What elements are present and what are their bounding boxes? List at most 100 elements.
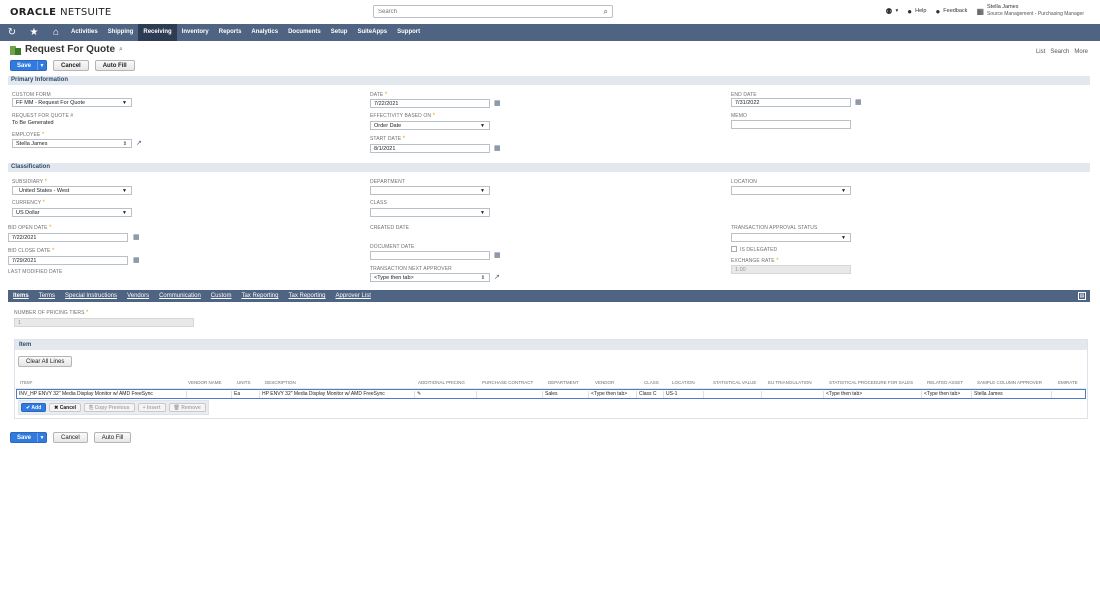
approval-status-select[interactable]: ▼	[731, 233, 851, 242]
tab-custom[interactable]: Custom	[206, 293, 237, 299]
col-related-asset[interactable]: RELATED ASSET	[927, 380, 963, 385]
open-record-icon[interactable]: ↗	[494, 273, 500, 281]
col-vendor[interactable]: VENDOR	[595, 380, 614, 385]
insert-line-button[interactable]: + Insert	[137, 403, 166, 412]
list-link[interactable]: List	[1036, 49, 1045, 55]
cancel-button-bottom[interactable]: Cancel	[53, 432, 88, 443]
tab-special-instructions[interactable]: Special Instructions	[60, 293, 122, 299]
class-select[interactable]: ▼	[370, 208, 490, 217]
col-department[interactable]: DEPARTMENT	[548, 380, 579, 385]
cell-eu-triangulation[interactable]	[762, 391, 824, 398]
save-dropdown-icon[interactable]: ▼	[37, 433, 46, 442]
tab-communication[interactable]: Communication	[154, 293, 206, 299]
add-person-icon[interactable]: ⚉ ▾	[885, 7, 898, 16]
calendar-icon[interactable]: ▦	[494, 251, 501, 259]
tab-vendors[interactable]: Vendors	[122, 293, 154, 299]
classification-header[interactable]: Classification	[8, 163, 1090, 172]
calendar-icon[interactable]: ▦	[494, 144, 501, 152]
cell-description[interactable]: HP ENVY 32" Media Display Monitor w/ AMD…	[260, 391, 415, 398]
department-select[interactable]: ▼	[370, 186, 490, 195]
custom-form-select[interactable]: FF MM - Request For Quote ▼	[12, 98, 132, 107]
remove-line-button[interactable]: 🗑 Remove	[168, 403, 206, 412]
cell-department[interactable]: Sales	[543, 391, 589, 398]
more-link[interactable]: More	[1074, 49, 1088, 55]
col-units[interactable]: UNITS	[237, 380, 251, 385]
date-input[interactable]: 7/22/2021	[370, 99, 490, 108]
col-item[interactable]: ITEM*	[20, 380, 33, 385]
col-statistical-value[interactable]: STATISTICAL VALUE	[713, 380, 756, 385]
cell-vendor[interactable]: <Type then tab>	[589, 391, 637, 398]
employee-select[interactable]: Stella James ⇕	[12, 139, 132, 148]
col-vendor-name[interactable]: VENDOR NAME	[188, 380, 222, 385]
save-dropdown-icon[interactable]: ▼	[37, 61, 46, 70]
help-link[interactable]: ● Help	[907, 7, 926, 16]
tab-tax-reporting-2[interactable]: Tax Reporting	[283, 293, 330, 299]
user-menu[interactable]: ▦ Stella James Source Management - Purch…	[976, 4, 1084, 18]
col-description[interactable]: DESCRIPTION	[265, 380, 296, 385]
netsuite-logo[interactable]: ORACLE NETSUITE	[10, 7, 111, 18]
calendar-icon[interactable]: ▦	[855, 98, 862, 106]
nav-analytics[interactable]: Analytics	[246, 24, 283, 41]
cell-units[interactable]: Ea	[232, 391, 260, 398]
save-button-bottom[interactable]: Save ▼	[10, 432, 48, 443]
currency-select[interactable]: US Dollar ▼	[12, 208, 132, 217]
cell-additional-pricing[interactable]: ✎	[415, 391, 477, 398]
recent-records-icon[interactable]: ↻	[2, 27, 22, 38]
bid-open-input[interactable]: 7/22/2021	[8, 233, 128, 242]
start-date-input[interactable]: 8/1/2021	[370, 144, 490, 153]
search-link[interactable]: Search	[1050, 49, 1069, 55]
nav-support[interactable]: Support	[392, 24, 425, 41]
tab-items[interactable]: Items	[8, 293, 34, 299]
col-statistical-procedure[interactable]: STATISTICAL PROCEDURE FOR SALES	[829, 380, 913, 385]
search-input[interactable]	[374, 6, 594, 17]
cell-emirate[interactable]	[1052, 391, 1085, 398]
tab-approver-list[interactable]: Approver List	[331, 293, 376, 299]
search-icon[interactable]: ⌕	[604, 7, 608, 17]
cancel-line-button[interactable]: ✖ Cancel	[49, 403, 82, 412]
pencil-icon[interactable]: ✎	[417, 391, 421, 397]
home-icon[interactable]: ⌂	[46, 27, 66, 38]
nav-documents[interactable]: Documents	[283, 24, 326, 41]
nav-inventory[interactable]: Inventory	[177, 24, 214, 41]
cell-class[interactable]: Class C	[637, 391, 664, 398]
favorites-star-icon[interactable]: ★	[24, 27, 44, 38]
col-location[interactable]: LOCATION	[672, 380, 695, 385]
is-delegated-checkbox[interactable]	[731, 246, 737, 252]
clear-all-lines-button[interactable]: Clear All Lines	[18, 356, 73, 367]
cancel-button[interactable]: Cancel	[53, 60, 89, 71]
memo-input[interactable]	[731, 120, 851, 129]
table-row[interactable]: INV_HP ENVY 32" Media Display Monitor w/…	[16, 389, 1086, 399]
save-button[interactable]: Save ▼	[10, 60, 48, 71]
nav-shipping[interactable]: Shipping	[103, 24, 139, 41]
col-purchase-contract[interactable]: PURCHASE CONTRACT	[482, 380, 533, 385]
collapse-tabs-icon[interactable]: ▤	[1078, 292, 1086, 300]
calendar-icon[interactable]: ▦	[494, 99, 501, 107]
cell-location[interactable]: US-1	[664, 391, 704, 398]
col-sample-approver[interactable]: SAMPLE COLUMN APPROVER	[977, 380, 1042, 385]
tab-terms[interactable]: Terms	[34, 293, 60, 299]
tab-tax-reporting[interactable]: Tax Reporting	[236, 293, 283, 299]
cell-sample-approver[interactable]: Stella James	[972, 391, 1052, 398]
nav-reports[interactable]: Reports	[214, 24, 247, 41]
col-class[interactable]: CLASS	[644, 380, 659, 385]
feedback-link[interactable]: ● Feedback	[935, 7, 967, 16]
cell-item[interactable]: INV_HP ENVY 32" Media Display Monitor w/…	[17, 391, 187, 398]
nav-receiving[interactable]: Receiving	[138, 24, 177, 41]
search-record-icon[interactable]: ⌕	[119, 46, 123, 54]
cell-purchase-contract[interactable]	[477, 391, 543, 398]
col-emirate[interactable]: EMIRATE	[1058, 380, 1078, 385]
col-additional-pricing[interactable]: ADDITIONAL PRICING	[418, 380, 465, 385]
cell-related-asset[interactable]: <Type then tab>	[922, 391, 972, 398]
location-select[interactable]: ▼	[731, 186, 851, 195]
next-approver-select[interactable]: <Type then tab> ⇕	[370, 273, 490, 282]
auto-fill-button[interactable]: Auto Fill	[94, 60, 135, 71]
col-eu-triangulation[interactable]: EU TRIANGULATION	[768, 380, 812, 385]
subsidiary-select[interactable]: United States - West ▼	[12, 186, 132, 195]
cell-vendor-name[interactable]	[187, 391, 232, 398]
calendar-icon[interactable]: ▦	[133, 233, 140, 241]
add-line-button[interactable]: ✔ Add	[21, 403, 47, 412]
nav-setup[interactable]: Setup	[326, 24, 353, 41]
copy-previous-button[interactable]: ⎘ Copy Previous	[84, 403, 135, 412]
bid-close-input[interactable]: 7/29/2021	[8, 256, 128, 265]
calendar-icon[interactable]: ▦	[133, 256, 140, 264]
